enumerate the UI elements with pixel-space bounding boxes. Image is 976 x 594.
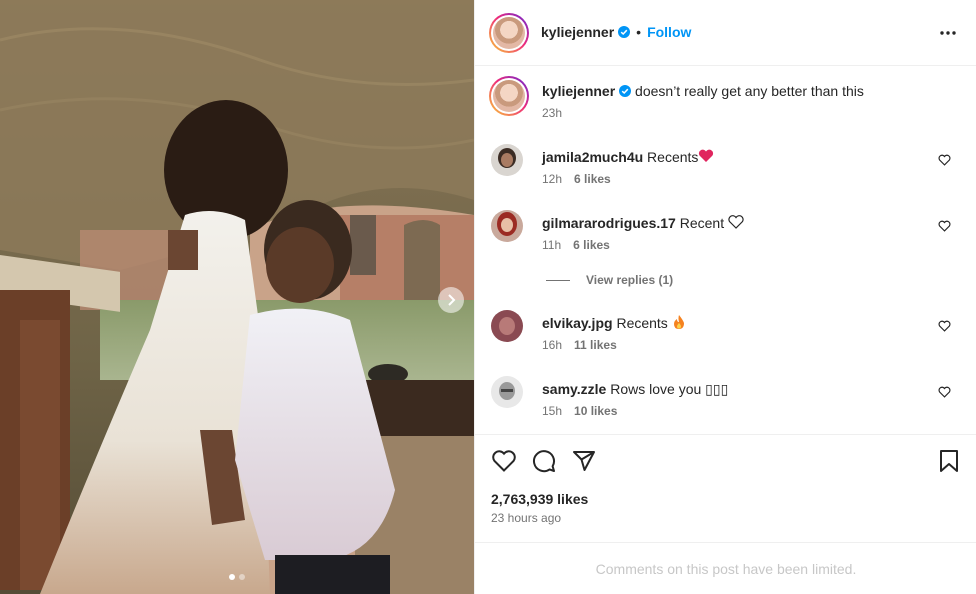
like-comment-icon[interactable] [938,154,951,166]
comment-username[interactable]: elvikay.jpg [542,315,613,331]
carousel-next-button[interactable] [438,287,464,313]
red-heart-emoji-icon [699,149,714,162]
comment-text: Recents [647,149,699,165]
comment-row: elvikay.jpg Recents 16h 11 likes [491,310,961,360]
caption-author-avatar[interactable] [489,76,529,116]
comment-username[interactable]: samy.zzle [542,381,606,397]
comment-username[interactable]: jamila2much4u [542,149,643,165]
like-icon[interactable] [491,449,517,473]
post-header: kyliejenner • Follow [475,0,976,66]
comment-text: Recent [679,215,725,231]
white-heart-emoji-icon [728,215,744,229]
view-replies-label: View replies (1) [586,273,674,287]
caption-text: doesn’t really get any better than this [635,83,864,99]
like-comment-icon[interactable] [938,220,951,232]
caption-time: 23h [542,106,563,120]
verified-badge-icon [619,85,632,97]
post-panel: kyliejenner • Follow kyliejenner doesn’t r… [474,0,976,594]
save-bookmark-icon[interactable] [939,449,959,473]
replies-divider [546,279,570,281]
post-photo[interactable] [0,0,474,594]
photo-illustration [0,0,474,594]
like-comment-icon[interactable] [938,386,951,398]
comment-likes[interactable]: 6 likes [574,172,611,186]
carousel-dot-active [229,574,235,580]
comment-avatar[interactable] [491,210,523,242]
comment-avatar[interactable] [491,144,523,176]
author-username[interactable]: kyliejenner [541,24,614,40]
chevron-right-icon [448,294,456,306]
comment-row: samy.zzle Rows love you ▯▯▯ 15h 10 likes [491,376,961,426]
comment-avatar[interactable] [491,310,523,342]
like-comment-icon[interactable] [938,320,951,332]
comments-limited-notice: Comments on this post have been limited. [475,542,976,594]
carousel-dot [239,574,245,580]
comment-row: jamila2much4u Recents 12h 6 likes [491,144,961,194]
comment-time: 12h [542,172,563,186]
comment-likes[interactable]: 10 likes [574,404,617,418]
caption-row: kyliejenner doesn’t really get any bette… [489,76,961,126]
share-icon[interactable] [572,449,596,473]
author-avatar[interactable] [489,13,529,53]
comment-username[interactable]: gilmararodrigues.17 [542,215,676,231]
header-separator: • [636,24,642,40]
comment-avatar[interactable] [491,376,523,408]
post-timestamp[interactable]: 23 hours ago [491,511,561,525]
comment-time: 16h [542,338,563,352]
comment-time: 15h [542,404,563,418]
comment-likes[interactable]: 11 likes [574,338,617,352]
verified-badge-icon [618,26,631,38]
comment-text: Recents [616,315,668,331]
carousel-indicator [229,574,245,580]
comment-time: 11h [542,238,562,252]
fire-emoji-icon [673,315,684,329]
follow-button[interactable]: Follow [647,24,691,40]
comment-text: Rows love you ▯▯▯ [610,381,729,397]
comment-row: gilmararodrigues.17 Recent 11h 6 likes [491,210,961,260]
post-actions: 2,763,939 likes 23 hours ago [475,434,976,542]
caption-username[interactable]: kyliejenner [542,83,615,99]
likes-count[interactable]: 2,763,939 likes [491,491,588,507]
comments-list[interactable]: kyliejenner doesn’t really get any bette… [475,66,976,434]
comment-icon[interactable] [532,449,556,473]
comment-likes[interactable]: 6 likes [573,238,610,252]
view-replies-button[interactable]: View replies (1) [546,273,673,287]
more-options-icon[interactable] [939,24,957,42]
